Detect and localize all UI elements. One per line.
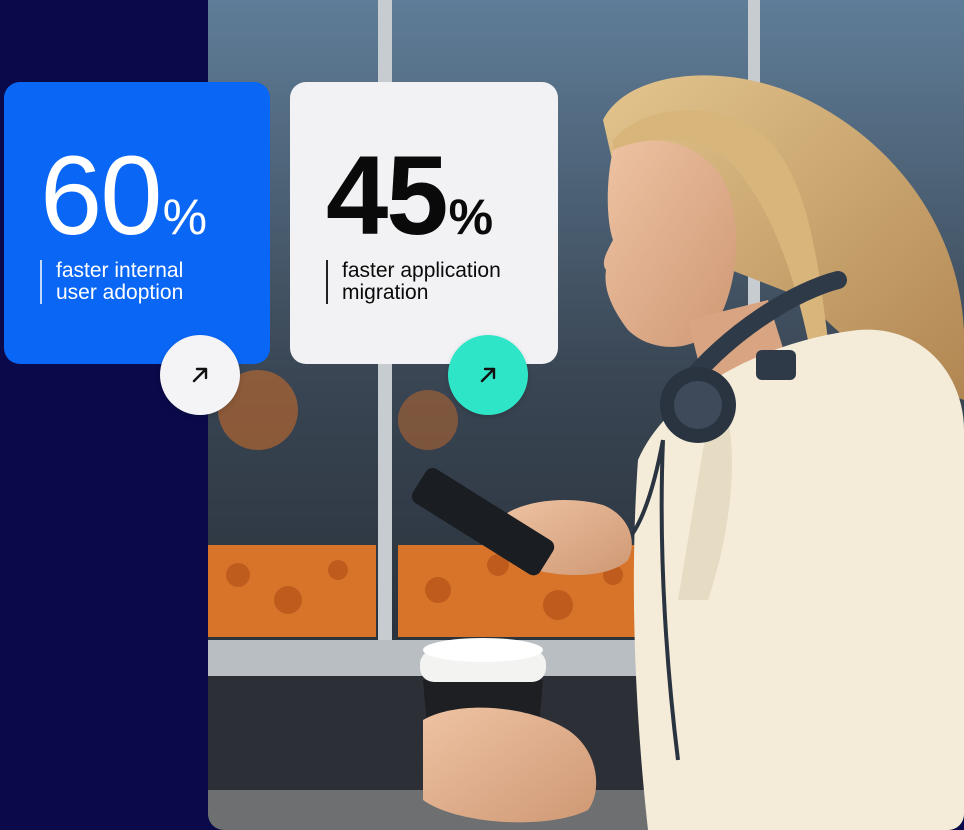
stat-description: faster application migration xyxy=(326,260,552,304)
stat-unit: % xyxy=(162,189,207,245)
stat-number: 60 xyxy=(40,133,163,258)
stat-value: 45% xyxy=(326,140,493,252)
stat-description: faster internal user adoption xyxy=(40,260,266,304)
stat-card-app-migration: 45% faster application migration xyxy=(290,82,558,364)
stat-2-arrow-button[interactable] xyxy=(448,335,528,415)
arrow-up-right-icon xyxy=(480,367,496,383)
arrow-up-right-icon xyxy=(192,367,208,383)
stat-unit: % xyxy=(448,189,493,245)
stat-value: 60% xyxy=(40,140,207,252)
stat-1-arrow-button[interactable] xyxy=(160,335,240,415)
stat-number: 45 xyxy=(326,133,449,258)
stat-card-user-adoption: 60% faster internal user adoption xyxy=(4,82,270,364)
